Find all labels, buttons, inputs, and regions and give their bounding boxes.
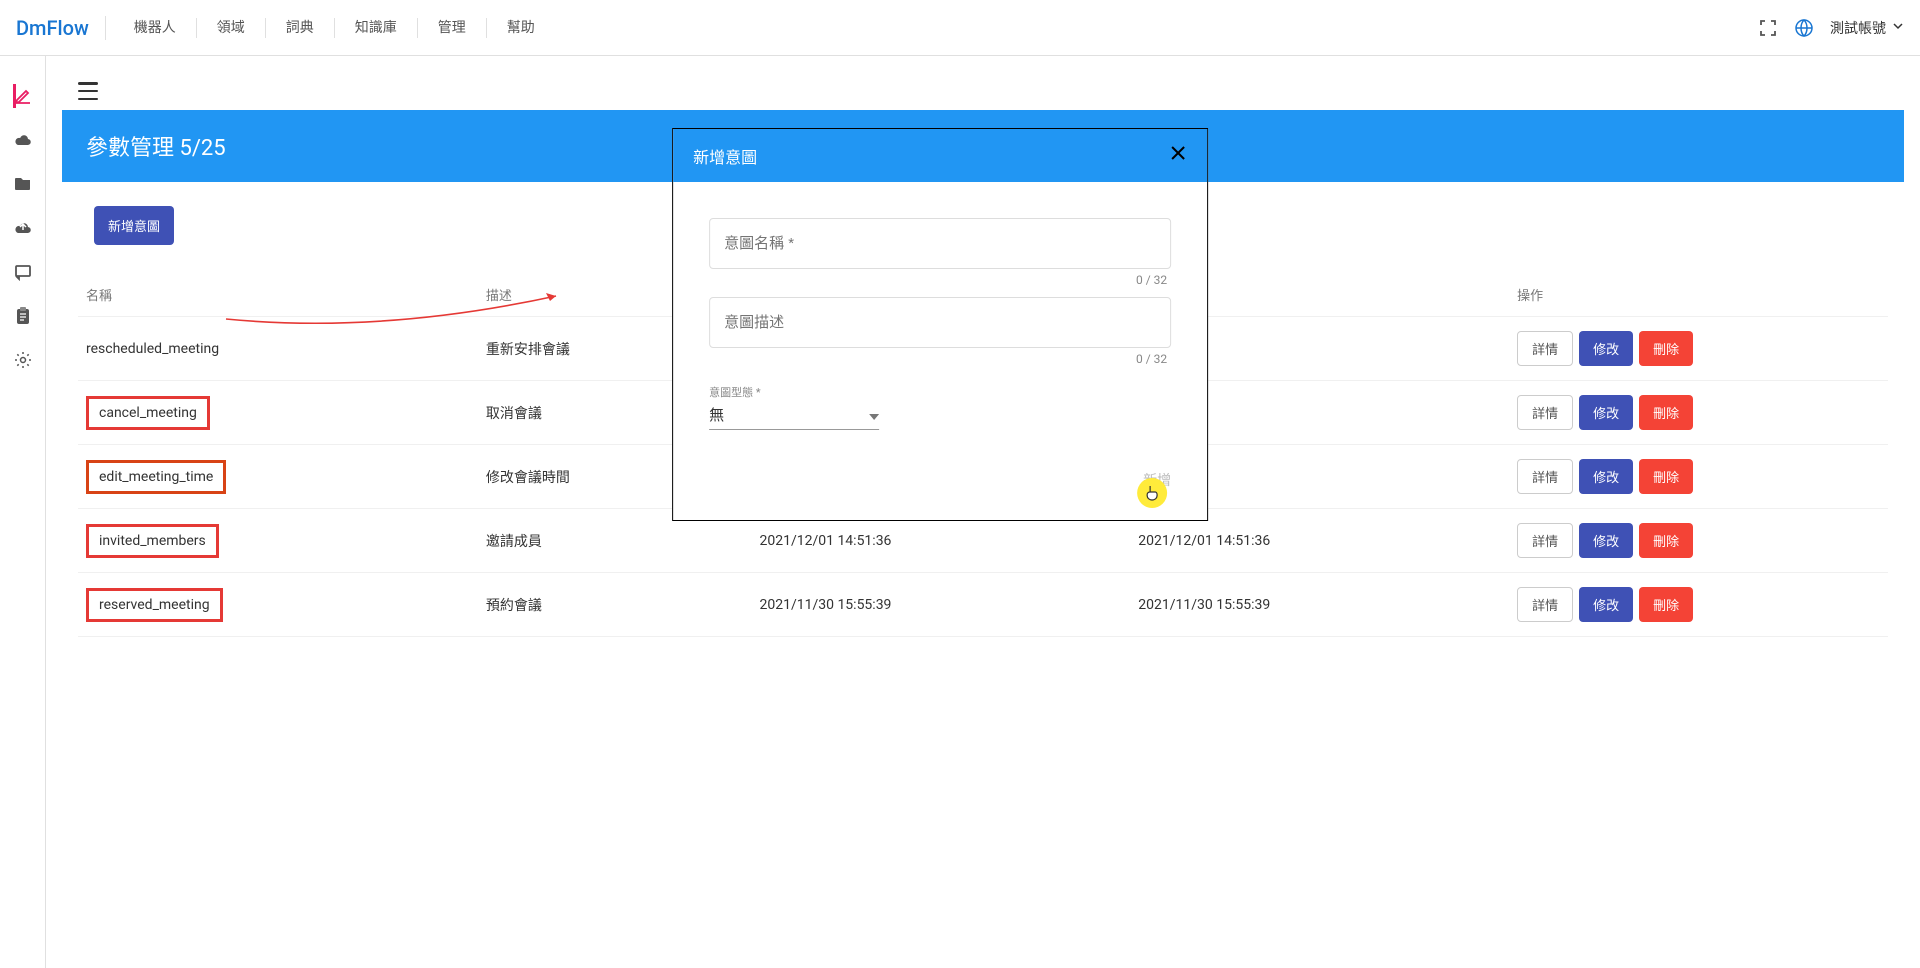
intent-type-select[interactable]: 意圖型態 * 無	[709, 380, 879, 430]
top-nav: DmFlow 機器人 領域 詞典 知識庫 管理 幫助 測試帳號	[0, 0, 1920, 56]
nav-right: 測試帳號	[1758, 18, 1904, 38]
hamburger-icon[interactable]	[78, 82, 98, 100]
nav-knowledge[interactable]: 知識庫	[335, 18, 418, 38]
main-content: 參數管理 5/25 新增意圖 名稱 描述 操作	[46, 56, 1920, 968]
name-counter: 0 / 32	[709, 273, 1171, 287]
edit-button[interactable]: 修改	[1579, 587, 1633, 622]
edit-button[interactable]: 修改	[1579, 331, 1633, 366]
edit-button[interactable]: 修改	[1579, 459, 1633, 494]
confirm-add-button[interactable]: 新增	[1143, 470, 1171, 490]
nav-domain[interactable]: 領域	[197, 18, 266, 38]
close-icon[interactable]	[1169, 143, 1187, 168]
sidebar-clipboard[interactable]	[13, 306, 33, 326]
intent-updated: 2021/11/30 15:55:39	[1130, 573, 1509, 637]
detail-button[interactable]: 詳情	[1517, 587, 1573, 622]
fullscreen-icon[interactable]	[1758, 18, 1778, 38]
col-name: 名稱	[78, 273, 478, 317]
table-row: reserved_meeting 預約會議 2021/11/30 15:55:3…	[78, 573, 1888, 637]
add-intent-modal: 新增意圖 0 / 32 0 / 32 意圖型態 * 無	[672, 128, 1208, 521]
intent-name-input[interactable]	[709, 218, 1171, 269]
type-label: 意圖型態 *	[709, 384, 879, 400]
intent-created: 2021/11/30 15:55:39	[751, 573, 1130, 637]
sidebar-cloud[interactable]	[13, 130, 33, 150]
detail-button[interactable]: 詳情	[1517, 395, 1573, 430]
intent-name: edit_meeting_time	[86, 460, 226, 494]
delete-button[interactable]: 刪除	[1639, 587, 1693, 622]
delete-button[interactable]: 刪除	[1639, 523, 1693, 558]
nav-manage[interactable]: 管理	[418, 18, 487, 38]
nav-help[interactable]: 幫助	[487, 18, 555, 38]
col-actions: 操作	[1509, 273, 1888, 317]
modal-header: 新增意圖	[673, 129, 1207, 182]
intent-desc: 預約會議	[478, 573, 752, 637]
edit-button[interactable]: 修改	[1579, 395, 1633, 430]
intent-desc-input[interactable]	[709, 297, 1171, 348]
delete-button[interactable]: 刪除	[1639, 459, 1693, 494]
sidebar	[0, 56, 46, 968]
delete-button[interactable]: 刪除	[1639, 331, 1693, 366]
brand-logo[interactable]: DmFlow	[16, 16, 106, 40]
detail-button[interactable]: 詳情	[1517, 331, 1573, 366]
sidebar-edit[interactable]	[13, 86, 33, 106]
detail-button[interactable]: 詳情	[1517, 459, 1573, 494]
type-value: 無	[709, 404, 724, 425]
card-toolbar	[62, 72, 1904, 110]
intent-name: cancel_meeting	[86, 396, 210, 430]
account-dropdown[interactable]: 測試帳號	[1830, 18, 1904, 38]
account-label: 測試帳號	[1830, 18, 1886, 38]
intent-name: invited_members	[86, 524, 219, 558]
detail-button[interactable]: 詳情	[1517, 523, 1573, 558]
intent-name: rescheduled_meeting	[86, 341, 219, 357]
globe-icon[interactable]	[1794, 18, 1814, 38]
add-intent-button[interactable]: 新增意圖	[94, 206, 174, 245]
sidebar-message[interactable]	[13, 262, 33, 282]
sidebar-folder[interactable]	[13, 174, 33, 194]
modal-title: 新增意圖	[693, 144, 757, 168]
nav-robot[interactable]: 機器人	[114, 18, 197, 38]
chevron-down-icon	[1892, 20, 1904, 36]
edit-button[interactable]: 修改	[1579, 523, 1633, 558]
delete-button[interactable]: 刪除	[1639, 395, 1693, 430]
sidebar-upload[interactable]	[13, 218, 33, 238]
nav-dictionary[interactable]: 詞典	[266, 18, 335, 38]
intent-name: reserved_meeting	[86, 588, 223, 622]
desc-counter: 0 / 32	[709, 352, 1171, 366]
nav-links: 機器人 領域 詞典 知識庫 管理 幫助	[114, 18, 1758, 38]
dropdown-icon	[869, 406, 879, 424]
sidebar-settings[interactable]	[13, 350, 33, 370]
